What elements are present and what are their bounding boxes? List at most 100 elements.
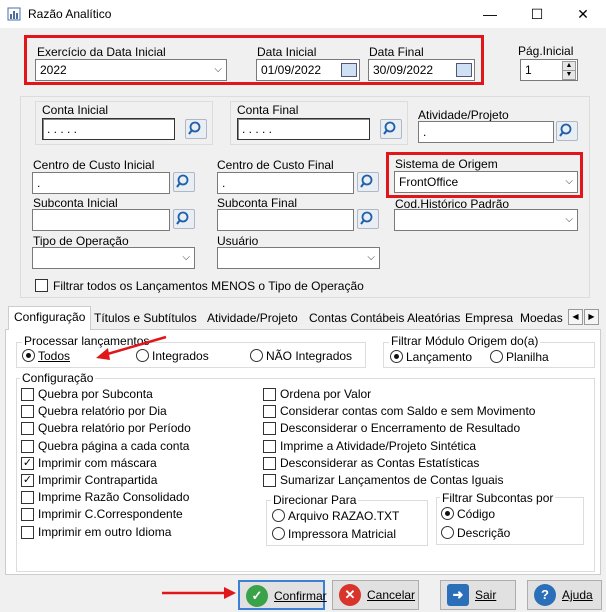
data-final-field[interactable]: 30/09/2022 bbox=[368, 59, 475, 81]
annotation-arrow bbox=[96, 335, 167, 360]
pag-inicial-spinner[interactable]: 1 ▲ ▼ bbox=[520, 59, 578, 81]
search-icon[interactable] bbox=[173, 209, 195, 229]
tab-empresa[interactable]: Empresa bbox=[460, 308, 518, 329]
ajuda-label: Ajuda bbox=[562, 588, 593, 602]
tipo-op-select[interactable]: ⌵ bbox=[32, 247, 195, 269]
config-checkbox-label: Considerar contas com Saldo e sem Movime… bbox=[280, 404, 536, 419]
sistema-select[interactable]: FrontOffice ⌵ bbox=[394, 171, 578, 193]
atividade-field[interactable]: . bbox=[418, 121, 554, 143]
config-checkbox-label: Quebra por Subconta bbox=[38, 387, 153, 401]
config-checkbox-label: Imprimir Contrapartida bbox=[38, 473, 158, 487]
tab-atividade[interactable]: Atividade/Projeto bbox=[202, 308, 303, 329]
ajuda-button[interactable]: ? Ajuda bbox=[527, 580, 602, 610]
minimize-button[interactable]: — bbox=[467, 0, 513, 28]
calendar-icon[interactable] bbox=[456, 63, 472, 77]
exercicio-value: 2022 bbox=[40, 63, 67, 77]
config-checkbox-label: Quebra relatório por Dia bbox=[38, 404, 167, 419]
cc-inicial-label: Centro de Custo Inicial bbox=[33, 158, 155, 172]
config-checkbox[interactable] bbox=[263, 388, 276, 401]
radio-impressora-label: Impressora Matricial bbox=[288, 527, 397, 541]
tab-scroll-right-icon[interactable]: ▶ bbox=[584, 309, 599, 325]
pag-inicial-label: Pág.Inicial bbox=[518, 44, 574, 58]
historico-select[interactable]: ⌵ bbox=[394, 209, 578, 231]
search-icon[interactable] bbox=[556, 121, 578, 141]
radio-planilha[interactable] bbox=[490, 350, 503, 363]
chevron-down-icon: ⌵ bbox=[214, 64, 222, 75]
radio-nao-integrados-label: NÃO Integrados bbox=[266, 349, 353, 363]
search-icon[interactable] bbox=[185, 119, 207, 139]
filtrar-menos-checkbox[interactable] bbox=[35, 279, 48, 292]
config-checkbox[interactable]: ✓ bbox=[21, 474, 34, 487]
data-inicial-field[interactable]: 01/09/2022 bbox=[256, 59, 360, 81]
cc-inicial-field[interactable]: . bbox=[32, 172, 170, 194]
radio-todos[interactable] bbox=[22, 349, 35, 362]
config-checkbox[interactable] bbox=[263, 405, 276, 419]
usuario-label: Usuário bbox=[217, 234, 259, 248]
usuario-select[interactable]: ⌵ bbox=[217, 247, 380, 269]
cancel-icon: ✕ bbox=[339, 584, 361, 606]
tab-titulos[interactable]: Títulos e Subtítulos bbox=[89, 308, 202, 329]
sair-button[interactable]: ➜ Sair bbox=[440, 580, 516, 610]
tab-contas-aleatorias[interactable]: Contas Contábeis Aleatórias bbox=[304, 308, 465, 329]
data-inicial-label: Data Inicial bbox=[257, 45, 317, 59]
check-icon: ✓ bbox=[246, 585, 268, 607]
app-icon bbox=[7, 7, 21, 21]
subconta-final-label: Subconta Final bbox=[217, 196, 298, 210]
radio-nao-integrados[interactable] bbox=[250, 349, 263, 362]
config-checkbox[interactable] bbox=[263, 439, 276, 453]
config-checkbox[interactable] bbox=[21, 422, 34, 436]
config-checkbox-label: Imprimir em outro Idioma bbox=[38, 524, 172, 539]
radio-descricao[interactable] bbox=[441, 526, 454, 539]
exit-icon: ➜ bbox=[447, 584, 469, 606]
maximize-button[interactable]: ☐ bbox=[514, 0, 560, 28]
config-checkbox-label: Desconsiderar o Encerramento de Resultad… bbox=[280, 421, 521, 436]
config-checkbox[interactable] bbox=[263, 474, 276, 487]
search-icon[interactable] bbox=[380, 119, 402, 139]
subconta-inicial-field[interactable] bbox=[32, 209, 170, 231]
annotation-arrow bbox=[162, 587, 236, 599]
close-button[interactable]: ✕ bbox=[560, 0, 606, 28]
filtrar-modulo-label: Filtrar Módulo Origem do(a) bbox=[389, 334, 541, 348]
confirmar-button[interactable]: ✓ Confirmar bbox=[238, 580, 327, 610]
config-checkbox-label: Imprimir com máscara bbox=[38, 455, 157, 470]
radio-todos-label: Todos bbox=[38, 349, 71, 363]
config-checkbox-label: Quebra página a cada conta bbox=[38, 438, 190, 453]
calendar-icon[interactable] bbox=[341, 63, 357, 77]
radio-codigo[interactable] bbox=[441, 507, 454, 520]
config-checkbox[interactable] bbox=[21, 525, 34, 539]
search-icon[interactable] bbox=[357, 172, 379, 192]
radio-descricao-label: Descrição bbox=[457, 526, 511, 540]
config-checkbox[interactable] bbox=[263, 422, 276, 436]
config-checkbox-label: Imprime Razão Consolidado bbox=[38, 490, 190, 505]
radio-impressora[interactable] bbox=[272, 527, 285, 540]
config-checkbox[interactable] bbox=[21, 439, 34, 453]
conta-inicial-field[interactable]: . . . . . bbox=[42, 118, 175, 140]
chevron-down-icon: ⌵ bbox=[182, 252, 190, 263]
spin-down-icon[interactable]: ▼ bbox=[562, 70, 576, 80]
config-checkbox[interactable] bbox=[21, 508, 34, 522]
title-bar: Razão Analítico — ☐ ✕ bbox=[0, 0, 606, 28]
cancelar-button[interactable]: ✕ Cancelar bbox=[332, 580, 419, 610]
radio-lancamento-label: Lançamento bbox=[406, 350, 473, 364]
help-icon: ? bbox=[534, 584, 556, 606]
config-checkbox[interactable] bbox=[21, 388, 34, 401]
config-checkbox-label: Imprime a Atividade/Projeto Sintética bbox=[280, 438, 477, 453]
config-checkbox[interactable]: ✓ bbox=[21, 456, 34, 470]
subconta-final-field[interactable] bbox=[217, 209, 354, 231]
tab-moedas[interactable]: Moedas bbox=[515, 308, 568, 329]
search-icon[interactable] bbox=[357, 209, 379, 229]
config-checkbox[interactable] bbox=[21, 405, 34, 419]
search-icon[interactable] bbox=[173, 172, 195, 192]
data-inicial-value: 01/09/2022 bbox=[261, 63, 322, 77]
config-checkbox[interactable] bbox=[263, 456, 276, 470]
radio-arquivo[interactable] bbox=[272, 509, 285, 522]
confirmar-label: Confirmar bbox=[274, 589, 327, 603]
data-final-value: 30/09/2022 bbox=[373, 63, 434, 77]
exercicio-select[interactable]: 2022 ⌵ bbox=[35, 59, 227, 81]
conta-final-field[interactable]: . . . . . bbox=[237, 118, 370, 140]
radio-lancamento[interactable] bbox=[390, 350, 403, 363]
tab-configuracao[interactable]: Configuração bbox=[8, 306, 92, 330]
config-checkbox[interactable] bbox=[21, 491, 34, 505]
cc-final-field[interactable]: . bbox=[217, 172, 354, 194]
tab-scroll-left-icon[interactable]: ◀ bbox=[568, 309, 583, 325]
